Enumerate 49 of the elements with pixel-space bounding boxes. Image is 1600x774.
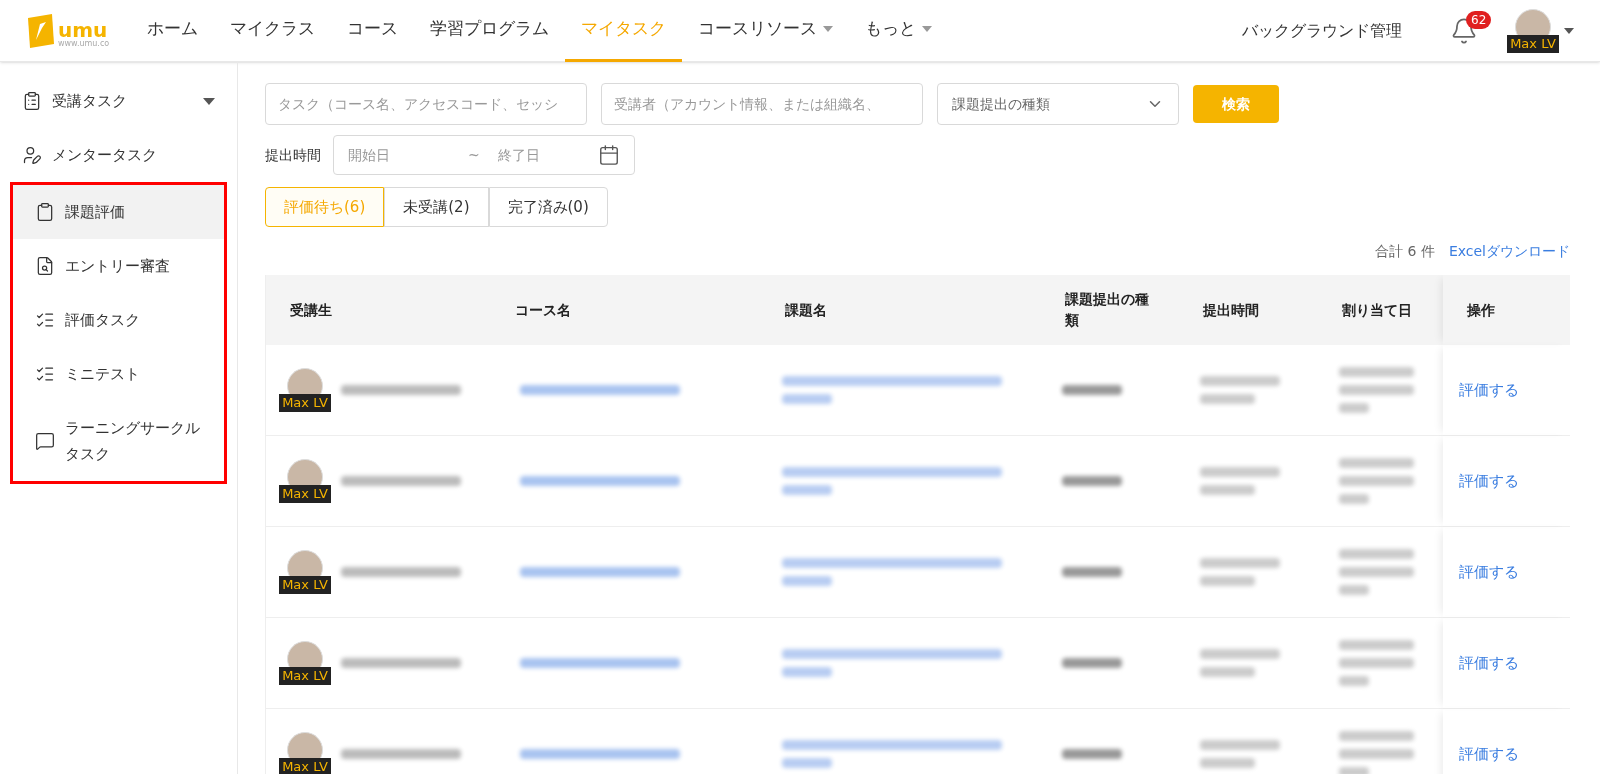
nav-tab[interactable]: マイクラス [214,0,332,62]
column-header: 割り当て日 [1342,301,1412,318]
evaluate-link[interactable]: 評価する [1459,651,1519,675]
sidebar-item[interactable]: ラーニングサークルタスク [13,401,224,481]
column-header: 操作 [1467,300,1495,320]
evaluate-link[interactable]: 評価する [1459,469,1519,493]
logo-icon [26,13,56,48]
sidebar-item[interactable]: 評価タスク [13,293,224,347]
avatar-label: Max LV [279,758,331,774]
evaluate-link[interactable]: 評価する [1459,742,1519,766]
sidebar-item[interactable]: エントリー審査 [13,239,224,293]
status-tab[interactable]: 完了済み(0) [488,187,608,227]
column-header: 提出時間 [1203,301,1259,318]
notification-badge: 62 [1466,10,1492,29]
sidebar-item[interactable]: 受講タスク [0,74,237,128]
avatar-label: Max LV [279,576,331,594]
sidebar-item[interactable]: ミニテスト [13,347,224,401]
excel-download-link[interactable]: Excelダウンロード [1448,240,1570,262]
status-tab[interactable]: 未受講(2) [384,187,489,227]
evaluate-link[interactable]: 評価する [1459,378,1519,402]
logo-url: www.umu.co [58,39,110,48]
learner-search-field[interactable]: 受講者（アカウント情報、または組織名、 [601,83,923,125]
column-header: コース名 [515,301,571,318]
evaluate-link[interactable]: 評価する [1459,560,1519,584]
column-header: 課題名 [785,301,827,318]
sidebar-item[interactable]: メンタータスク [0,128,237,182]
nav-tab[interactable]: 学習プログラム [414,0,566,62]
nav-tab[interactable]: ホーム [131,0,215,62]
column-header: 課題提出の種類 [1065,291,1149,328]
admin-link[interactable]: バックグラウンド管理 [1242,18,1402,43]
avatar-label: Max LV [1507,34,1559,53]
calendar-icon [598,144,620,166]
sidebar-item[interactable]: 課題評価 [13,185,224,239]
nav-tab[interactable]: もっと [849,0,949,62]
caret-icon [823,26,834,32]
submission-type-select[interactable]: 課題提出の種類 [937,83,1179,125]
nav-tab[interactable]: コース [331,0,415,62]
avatar-label: Max LV [279,667,331,685]
caret-icon [203,97,215,105]
avatar-label: Max LV [279,485,331,503]
caret-icon[interactable] [1564,27,1574,34]
logo-text: umu [58,19,108,40]
date-label: 提出時間 [265,145,321,165]
total-count: 合計 6 件 [1375,241,1435,261]
nav-tab[interactable]: コースリソース [682,0,850,62]
avatar-label: Max LV [279,394,331,412]
column-header: 受講生 [290,301,332,318]
caret-icon [922,26,933,32]
task-search-field[interactable]: タスク（コース名、アクセスコード、セッシ [265,83,587,125]
